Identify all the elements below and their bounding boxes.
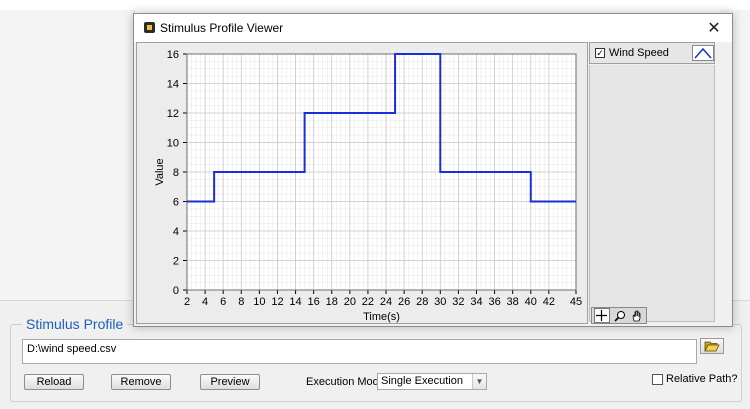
x-tick-label: 28 — [416, 296, 428, 308]
y-tick-label: 2 — [173, 256, 179, 268]
x-axis-label: Time(s) — [363, 311, 400, 323]
y-tick-label: 8 — [173, 167, 179, 179]
x-tick-label: 12 — [271, 296, 283, 308]
x-tick-label: 16 — [308, 296, 320, 308]
y-tick-label: 12 — [167, 108, 179, 120]
y-tick-label: 6 — [173, 197, 179, 209]
plot-panel: 2 4 6 8 10 12 14 16 18 20 22 24 26 28 30 32 34 36 38 40 42 45… — [136, 42, 588, 324]
stimulus-profile-viewer-dialog: Stimulus Profile Viewer ✕ 2 4 6 8 10 12 14 16 18… — [133, 13, 733, 327]
profile-path-field[interactable]: D:\wind speed.csv — [22, 339, 697, 364]
cursor-move-icon[interactable] — [593, 308, 610, 323]
plot-legend[interactable]: ✓ Wind Speed — [589, 42, 715, 64]
dialog-title: Stimulus Profile Viewer — [160, 21, 284, 35]
x-tick-label: 14 — [289, 296, 301, 308]
y-tick-label: 4 — [173, 226, 179, 238]
relative-path-label: Relative Path? — [666, 373, 738, 385]
y-axis-label: Value — [154, 158, 166, 185]
wind-speed-chart[interactable]: 2 4 6 8 10 12 14 16 18 20 22 24 26 28 30 32 34 36 38 40 42 45… — [137, 43, 587, 323]
reload-button[interactable]: Reload — [24, 374, 84, 390]
y-tick-label: 16 — [167, 49, 179, 61]
close-icon: ✕ — [707, 20, 721, 37]
app-icon — [144, 22, 155, 33]
dialog-titlebar[interactable]: Stimulus Profile Viewer ✕ — [134, 14, 732, 42]
x-tick-label: 42 — [543, 296, 555, 308]
pan-hand-icon[interactable] — [630, 309, 644, 322]
y-tick-label: 14 — [167, 79, 179, 91]
legend-label: Wind Speed — [609, 47, 669, 59]
x-tick-label: 34 — [470, 296, 482, 308]
x-tick-label: 2 — [184, 296, 190, 308]
x-tick-label: 30 — [434, 296, 446, 308]
zoom-icon[interactable] — [613, 309, 627, 322]
x-tick-label: 8 — [238, 296, 244, 308]
legend-plot-swatch[interactable] — [692, 45, 714, 61]
x-tick-label: 36 — [488, 296, 500, 308]
x-tick-label: 22 — [362, 296, 374, 308]
y-tick-label: 10 — [167, 138, 179, 150]
x-tick-label: 32 — [452, 296, 464, 308]
close-button[interactable]: ✕ — [702, 18, 726, 38]
relative-path-checkbox[interactable] — [652, 374, 663, 385]
background-sidebar — [0, 10, 135, 300]
remove-button[interactable]: Remove — [111, 374, 171, 390]
line-sample-icon — [694, 47, 712, 59]
x-tick-label: 24 — [380, 296, 392, 308]
graph-tool-palette — [591, 307, 647, 324]
stimulus-profile-title: Stimulus Profile — [22, 316, 128, 332]
folder-open-icon — [704, 341, 720, 351]
legend-area — [589, 65, 715, 322]
x-tick-label: 10 — [253, 296, 265, 308]
dialog-margin — [716, 42, 732, 324]
x-tick-label: 40 — [525, 296, 537, 308]
x-tick-label: 45 — [570, 296, 582, 308]
y-tick-label: 0 — [173, 285, 179, 297]
browse-button[interactable] — [700, 338, 724, 354]
preview-button[interactable]: Preview — [200, 374, 260, 390]
x-tick-label: 38 — [507, 296, 519, 308]
execution-mode-select[interactable]: Single Execution ▼ — [377, 373, 487, 390]
x-tick-label: 20 — [344, 296, 356, 308]
chevron-down-icon[interactable]: ▼ — [472, 374, 486, 389]
execution-mode-label: Execution Mode — [306, 376, 385, 388]
x-tick-label: 26 — [398, 296, 410, 308]
x-tick-label: 6 — [220, 296, 226, 308]
execution-mode-value: Single Execution — [381, 375, 463, 387]
legend-checkbox[interactable]: ✓ — [595, 48, 605, 58]
x-tick-label: 18 — [326, 296, 338, 308]
x-tick-label: 4 — [202, 296, 208, 308]
